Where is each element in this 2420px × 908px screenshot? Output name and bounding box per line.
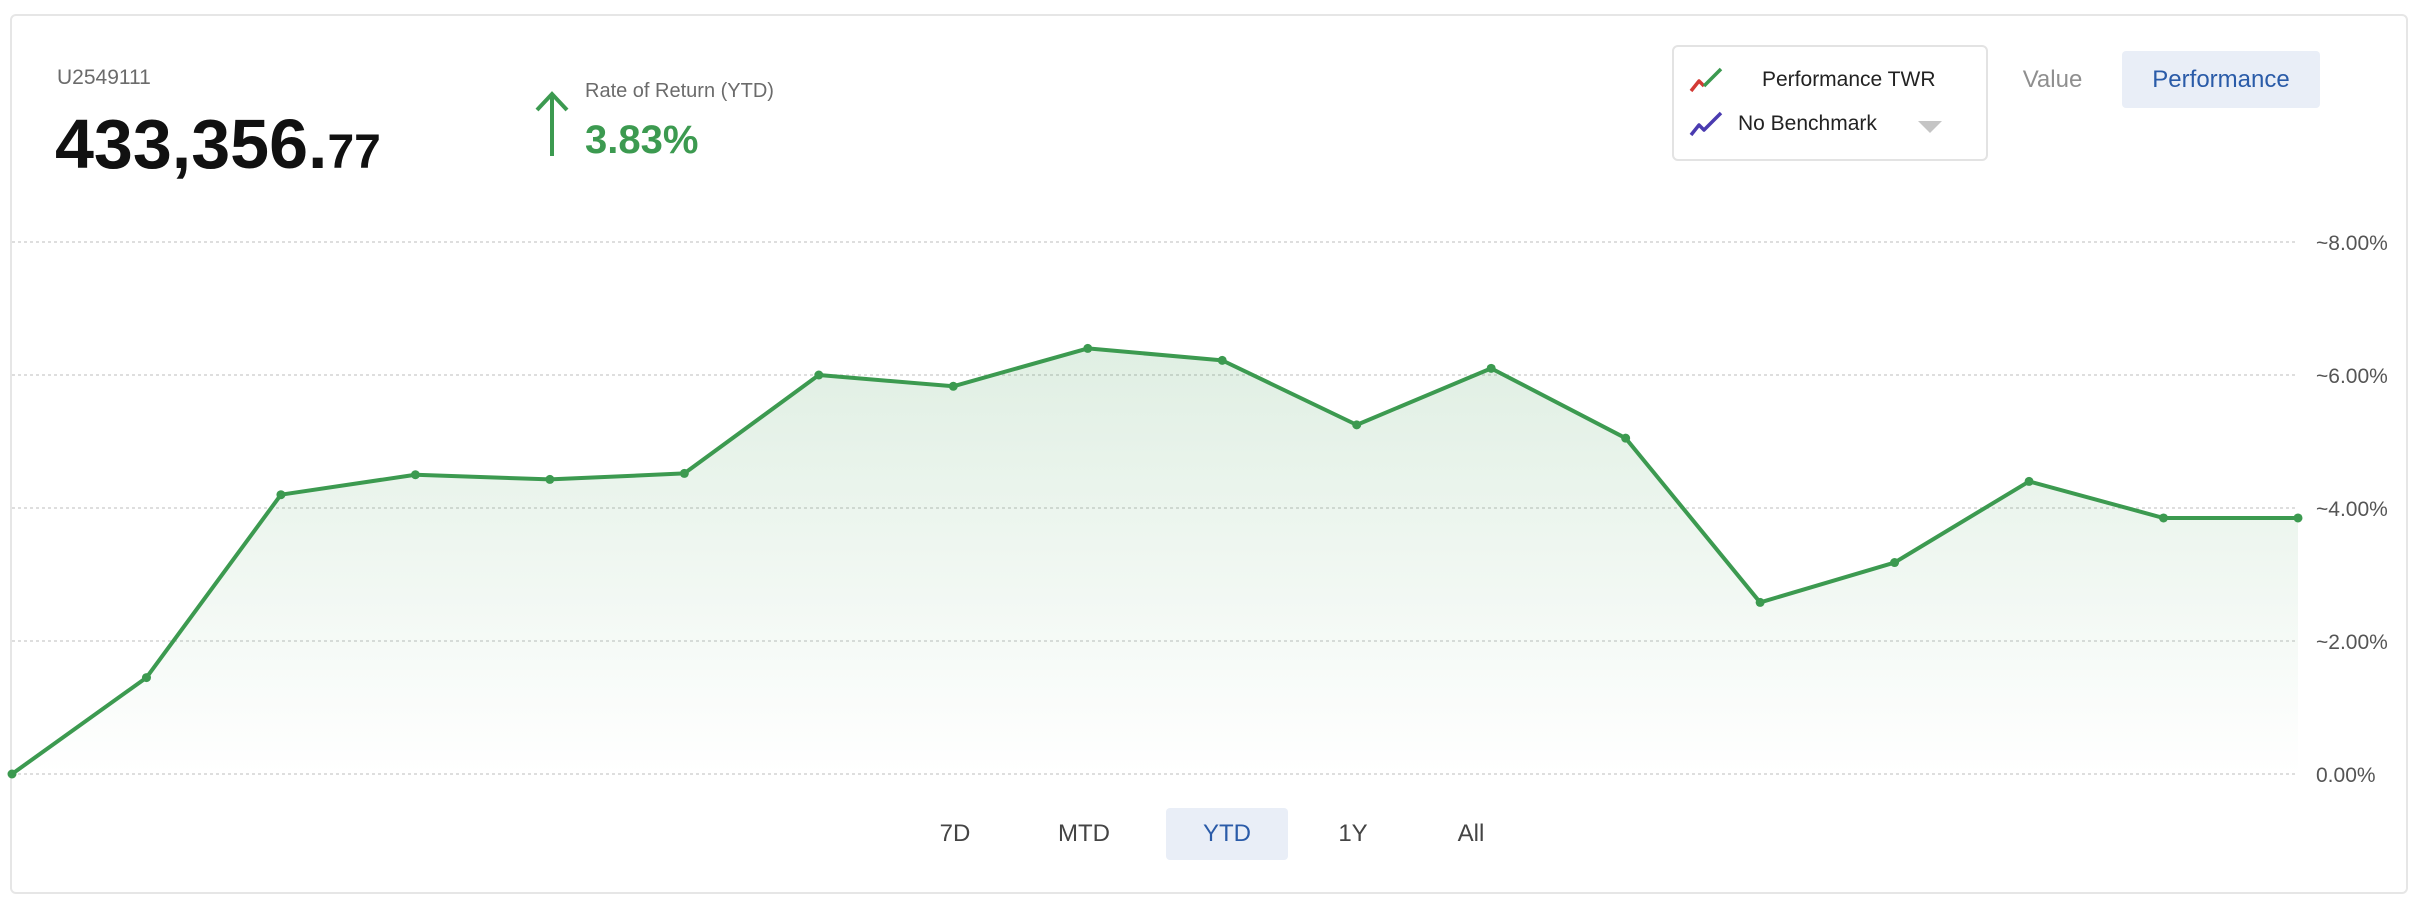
data-point[interactable] [2024,476,2034,486]
data-point[interactable] [545,474,555,484]
data-point[interactable] [1083,343,1093,353]
data-point[interactable] [1621,433,1631,443]
data-point[interactable] [679,468,689,478]
range-button-all[interactable]: All [1421,808,1521,860]
data-point[interactable] [2159,513,2169,523]
range-button-1y[interactable]: 1Y [1303,808,1403,860]
data-point[interactable] [1755,597,1765,607]
series-area [12,348,2298,774]
data-point[interactable] [948,381,958,391]
data-point[interactable] [1890,558,1900,568]
y-tick-label: ~2.00% [2316,631,2388,654]
y-tick-label: ~8.00% [2316,232,2388,255]
data-point[interactable] [814,370,824,380]
data-point[interactable] [410,470,420,480]
data-point[interactable] [1486,363,1496,373]
data-point[interactable] [276,490,286,500]
y-tick-label: 0.00% [2316,764,2376,787]
range-button-7d[interactable]: 7D [905,808,1005,860]
y-tick-label: ~4.00% [2316,498,2388,521]
data-point[interactable] [2293,513,2303,523]
performance-chart: 0.00% ~2.00% ~4.00% ~6.00% ~8.00% [7,232,2388,787]
range-button-ytd[interactable]: YTD [1166,808,1288,860]
y-tick-label: ~6.00% [2316,365,2388,388]
data-point[interactable] [7,769,17,779]
data-point[interactable] [1352,420,1362,430]
range-button-mtd[interactable]: MTD [1034,808,1134,860]
data-point[interactable] [1217,355,1227,365]
data-point[interactable] [141,673,151,683]
